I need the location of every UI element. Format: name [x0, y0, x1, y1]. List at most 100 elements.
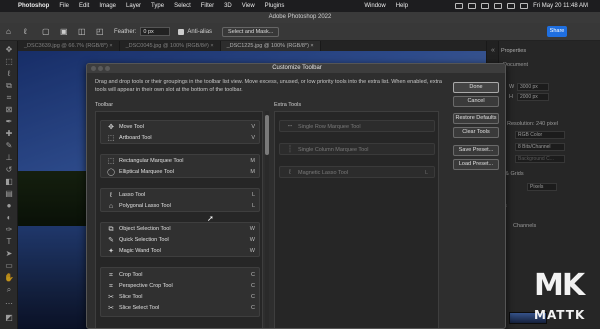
tool-row[interactable]: ⬚ Rectangular Marquee Tool M [101, 156, 261, 167]
tool-name: Object Selection Tool [119, 226, 171, 232]
battery-icon[interactable] [481, 3, 490, 9]
customize-toolbar-dialog: Customize Toolbar Drag and drop tools or… [86, 63, 506, 329]
wifi-icon[interactable] [494, 3, 503, 9]
minimize-window-icon[interactable] [98, 66, 103, 71]
menu-app-name[interactable]: Photoshop [18, 3, 49, 9]
menu-view[interactable]: View [242, 3, 255, 9]
watermark-logo: MK [534, 268, 585, 303]
tool-shortcut: C [251, 272, 255, 278]
menu-3d[interactable]: 3D [224, 3, 232, 9]
window-controls [91, 66, 112, 71]
perspective-crop-icon: ⌗ [109, 283, 113, 290]
tool-name: Artboard Tool [119, 135, 152, 141]
watermark-name: MATTK [534, 308, 586, 322]
feather-input[interactable]: 0 px [140, 27, 171, 36]
search-icon[interactable] [507, 3, 516, 9]
add-selection-icon[interactable]: ▣ [60, 27, 70, 37]
share-button[interactable]: Share [547, 26, 567, 37]
new-selection-icon[interactable]: ▢ [42, 27, 52, 37]
tool-shortcut: L [251, 203, 255, 209]
slice-select-icon: ✂ [108, 305, 114, 312]
extra-tools-column-label: Extra Tools [274, 102, 302, 108]
dialog-title: Customize Toolbar [87, 64, 505, 73]
tool-name: Rectangular Marquee Tool [119, 158, 184, 164]
tool-row[interactable]: ⌗ Crop Tool C [101, 270, 261, 281]
tool-row[interactable]: ⬚ Artboard Tool V [101, 133, 261, 144]
menu-type[interactable]: Type [151, 3, 164, 9]
window-title-bar: Adobe Photoshop 2022 [0, 12, 600, 23]
magnetic-lasso-icon: ℓ [288, 169, 292, 176]
menu-plugins[interactable]: Plugins [265, 3, 285, 9]
cancel-button[interactable]: Cancel [453, 96, 499, 107]
quick-selection-icon: ✎ [108, 237, 114, 244]
watermark: MK MATTK [530, 268, 594, 326]
save-preset-button[interactable]: Save Preset... [453, 145, 499, 156]
menu-layer[interactable]: Layer [126, 3, 141, 9]
extra-tools-list[interactable]: ┅ Single Row Marquee Tool ┆ Single Colum… [274, 111, 439, 328]
tool-shortcut: L [251, 192, 255, 198]
scrollbar-thumb[interactable] [265, 115, 269, 155]
creative-cloud-icon[interactable] [468, 3, 477, 9]
toolbar-column-label: Toolbar [95, 102, 114, 108]
close-window-icon[interactable] [91, 66, 96, 71]
extra-tool-row[interactable]: ┆ Single Column Marquee Tool [279, 143, 435, 155]
tool-shortcut: C [251, 283, 255, 289]
tool-group[interactable]: ⌗ Crop Tool C ⌗ Perspective Crop Tool C … [100, 267, 260, 317]
lasso-icon: ℓ [109, 192, 113, 199]
display-icon[interactable] [455, 3, 464, 9]
tool-row[interactable]: ✦ Magic Wand Tool W [101, 246, 261, 257]
crop-icon: ⌗ [109, 272, 113, 279]
tool-row[interactable]: ✂ Slice Tool C [101, 292, 261, 303]
restore-defaults-button[interactable]: Restore Defaults [453, 113, 499, 124]
tool-group[interactable]: ℓ Lasso Tool L ⌂ Polygonal Lasso Tool L [100, 188, 260, 212]
menu-extras: Fri May 20 11:48 AM [455, 0, 594, 12]
intersect-selection-icon[interactable]: ◰ [96, 27, 106, 37]
zoom-window-icon[interactable] [105, 66, 110, 71]
clear-tools-button[interactable]: Clear Tools [453, 127, 499, 138]
tool-name: Single Row Marquee Tool [298, 124, 361, 130]
tool-row[interactable]: ◯ Elliptical Marquee Tool M [101, 167, 261, 178]
toolbar-list-scrollbar[interactable] [265, 111, 269, 328]
tool-group[interactable]: ⬚ Rectangular Marquee Tool M ◯ Elliptica… [100, 154, 260, 178]
tool-group[interactable]: ✥ Move Tool V ⬚ Artboard Tool V [100, 120, 260, 144]
done-button[interactable]: Done [453, 82, 499, 93]
artboard-tool-icon: ⬚ [107, 135, 115, 142]
tool-row[interactable]: ✥ Move Tool V [101, 122, 261, 133]
menu-help[interactable]: Help [396, 3, 408, 9]
tool-row[interactable]: ⧉ Object Selection Tool W [101, 224, 261, 235]
object-selection-icon: ⧉ [108, 226, 114, 233]
lasso-preset-icon[interactable]: ℓ [24, 27, 34, 37]
menu-select[interactable]: Select [174, 3, 191, 9]
extra-tool-row[interactable]: ┅ Single Row Marquee Tool [279, 120, 435, 132]
tool-row[interactable]: ✎ Quick Selection Tool W [101, 235, 261, 246]
subtract-selection-icon[interactable]: ◫ [78, 27, 88, 37]
tool-shortcut: W [249, 226, 255, 232]
extra-tool-row[interactable]: ℓ Magnetic Lasso Tool L [279, 166, 435, 178]
menu-clock[interactable]: Fri May 20 11:48 AM [533, 3, 588, 9]
menu-filter[interactable]: Filter [201, 3, 214, 9]
tool-row[interactable]: ✂ Slice Select Tool C [101, 303, 261, 314]
single-row-marquee-icon: ┅ [287, 123, 293, 130]
tool-name: Magic Wand Tool [119, 248, 161, 254]
menu-bar: Photoshop File Edit Image Layer Type Sel… [0, 0, 600, 12]
tool-shortcut: C [251, 294, 255, 300]
control-center-icon[interactable] [520, 3, 529, 9]
tool-name: Move Tool [119, 124, 144, 130]
tool-row[interactable]: ⌂ Polygonal Lasso Tool L [101, 201, 261, 212]
menu-file[interactable]: File [59, 3, 69, 9]
tool-name: Quick Selection Tool [119, 237, 169, 243]
tool-shortcut: V [251, 124, 255, 130]
menu-window[interactable]: Window [364, 3, 385, 9]
menu-edit[interactable]: Edit [79, 3, 89, 9]
tool-group[interactable]: ⧉ Object Selection Tool W ✎ Quick Select… [100, 222, 260, 257]
menu-image[interactable]: Image [99, 3, 116, 9]
load-preset-button[interactable]: Load Preset... [453, 159, 499, 170]
tool-shortcut: W [249, 237, 255, 243]
toolbar-list[interactable]: ✥ Move Tool V ⬚ Artboard Tool V ⬚ Rectan… [95, 111, 263, 328]
home-icon[interactable]: ⌂ [6, 27, 16, 37]
tool-name: Magnetic Lasso Tool [298, 170, 349, 176]
tool-row[interactable]: ℓ Lasso Tool L [101, 190, 261, 201]
select-and-mask-button[interactable]: Select and Mask... [222, 26, 280, 37]
antialias-checkbox[interactable] [178, 28, 185, 35]
tool-row[interactable]: ⌗ Perspective Crop Tool C [101, 281, 261, 292]
